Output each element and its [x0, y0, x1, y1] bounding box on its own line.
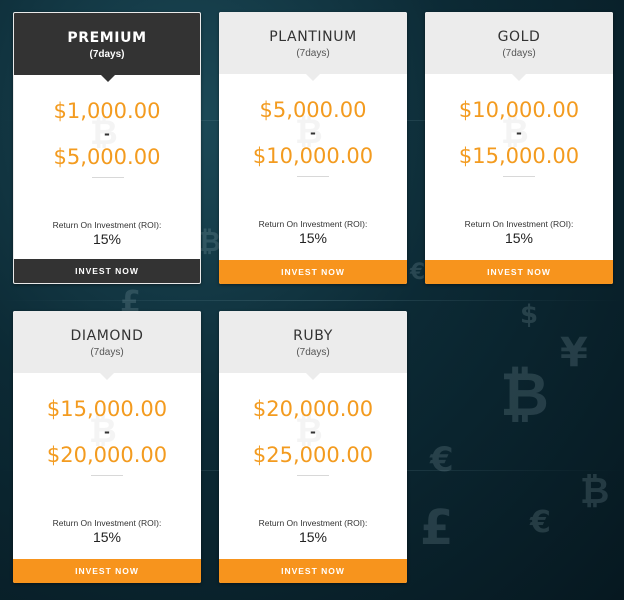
- roi-label: Return On Investment (ROI):: [258, 518, 368, 528]
- price-min: $15,000.00: [46, 397, 168, 421]
- price-dash: -: [516, 123, 522, 142]
- plan-duration: (7days): [502, 48, 536, 59]
- roi-label: Return On Investment (ROI):: [52, 220, 162, 230]
- price-max: $25,000.00: [252, 443, 374, 467]
- header-pointer: [306, 74, 320, 81]
- plan-duration: (7days): [296, 347, 330, 358]
- plan-header: RUBY (7days): [219, 311, 407, 373]
- divider: [297, 176, 329, 177]
- price-min: $10,000.00: [458, 98, 580, 122]
- roi-value: 15%: [504, 230, 534, 246]
- roi-value: 15%: [298, 230, 328, 246]
- header-pointer: [100, 373, 114, 380]
- price-min: $5,000.00: [259, 98, 367, 122]
- plan-card-diamond: DIAMOND (7days) ₿ $15,000.00 - $20,000.0…: [13, 311, 201, 583]
- background-currency-icon: ₿: [198, 225, 221, 258]
- plan-name: PLANTINUM: [269, 29, 357, 45]
- price-min: $20,000.00: [252, 397, 374, 421]
- roi-label: Return On Investment (ROI):: [464, 219, 574, 229]
- background-currency-icon: ₿: [580, 471, 610, 512]
- roi-label: Return On Investment (ROI):: [258, 219, 368, 229]
- plan-card-ruby: RUBY (7days) ₿ $20,000.00 - $25,000.00 R…: [219, 311, 407, 583]
- header-pointer: [101, 75, 115, 82]
- roi-label: Return On Investment (ROI):: [52, 518, 162, 528]
- price-max: $5,000.00: [53, 145, 161, 169]
- background-streak: [0, 300, 624, 301]
- plan-card-gold: GOLD (7days) ₿ $10,000.00 - $15,000.00 R…: [425, 12, 613, 284]
- roi-value: 15%: [298, 529, 328, 545]
- plan-card-premium: PREMIUM (7days) ₿ $1,000.00 - $5,000.00 …: [13, 12, 201, 284]
- price-max: $15,000.00: [458, 144, 580, 168]
- price-dash: -: [104, 422, 110, 441]
- background-currency-icon: €: [530, 505, 551, 540]
- price-max: $20,000.00: [46, 443, 168, 467]
- plan-duration: (7days): [296, 48, 330, 59]
- background-currency-icon: ¥: [560, 330, 588, 376]
- background-currency-icon: ₿: [500, 360, 549, 430]
- background-currency-icon: £: [420, 500, 454, 556]
- invest-now-button[interactable]: INVEST NOW: [219, 559, 407, 583]
- price-dash: -: [310, 123, 316, 142]
- invest-now-button[interactable]: INVEST NOW: [425, 260, 613, 284]
- plan-name: PREMIUM: [67, 30, 147, 46]
- plan-name: DIAMOND: [70, 328, 144, 344]
- divider: [92, 177, 124, 178]
- background-currency-icon: €: [430, 440, 454, 480]
- background-currency-icon: $: [520, 300, 539, 330]
- divider: [297, 475, 329, 476]
- header-pointer: [512, 74, 526, 81]
- roi-value: 15%: [92, 231, 122, 247]
- invest-now-button[interactable]: INVEST NOW: [219, 260, 407, 284]
- plan-duration: (7days): [90, 347, 124, 358]
- invest-now-button[interactable]: INVEST NOW: [13, 559, 201, 583]
- plan-header: PREMIUM (7days): [14, 13, 200, 75]
- roi-value: 15%: [92, 529, 122, 545]
- background-currency-icon: €: [410, 260, 426, 285]
- plan-name: GOLD: [497, 29, 541, 45]
- price-max: $10,000.00: [252, 144, 374, 168]
- plan-duration: (7days): [89, 49, 125, 60]
- divider: [503, 176, 535, 177]
- price-dash: -: [310, 422, 316, 441]
- price-min: $1,000.00: [53, 99, 161, 123]
- plan-name: RUBY: [293, 328, 333, 344]
- divider: [91, 475, 123, 476]
- header-pointer: [306, 373, 320, 380]
- price-dash: -: [104, 124, 110, 143]
- plan-header: GOLD (7days): [425, 12, 613, 74]
- invest-now-button[interactable]: INVEST NOW: [14, 259, 200, 283]
- plan-header: PLANTINUM (7days): [219, 12, 407, 74]
- plan-header: DIAMOND (7days): [13, 311, 201, 373]
- plan-card-plantinum: PLANTINUM (7days) ₿ $5,000.00 - $10,000.…: [219, 12, 407, 284]
